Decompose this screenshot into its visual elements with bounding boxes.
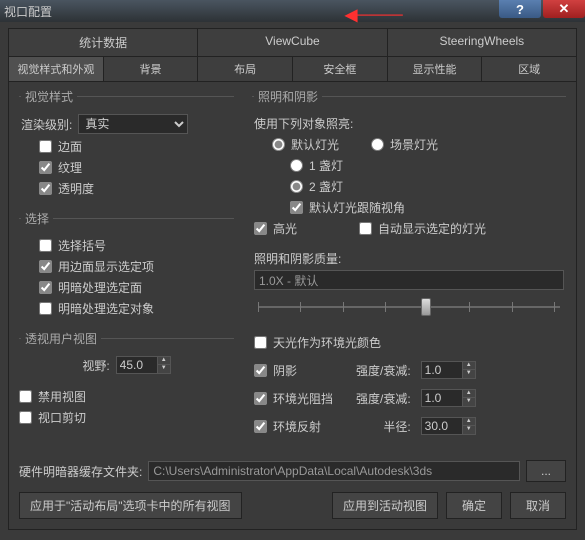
subtab-layout[interactable]: 布局: [198, 57, 293, 81]
disable-checkbox[interactable]: [19, 390, 32, 403]
shade-obj-checkbox[interactable]: [39, 302, 52, 315]
texture-checkbox[interactable]: [39, 161, 52, 174]
radius-spinner[interactable]: ▲▼: [421, 417, 564, 435]
panel: 视觉样式 渲染级别: 真实 边面 纹理 透明度 选择 选择括号 用边面显示选定项…: [8, 82, 577, 530]
follow-label: 默认灯光跟随视角: [309, 199, 405, 216]
highlight-label: 高光: [273, 220, 297, 237]
select-legend: 选择: [21, 210, 53, 227]
subtab-visual[interactable]: 视觉样式和外观: [9, 57, 104, 81]
cache-label: 硬件明暗器缓存文件夹:: [19, 463, 142, 480]
render-level-select[interactable]: 真实: [78, 114, 188, 134]
radius-label: 半径:: [356, 418, 411, 435]
edge-sel-checkbox[interactable]: [39, 260, 52, 273]
two-light-radio[interactable]: [290, 180, 303, 193]
apply-active-button[interactable]: 应用到活动视图: [332, 492, 438, 519]
intensity1-spinner[interactable]: ▲▼: [421, 361, 564, 379]
scene-light-label: 场景灯光: [390, 136, 438, 153]
visual-style-group: 视觉样式 渲染级别: 真实 边面 纹理 透明度: [19, 88, 234, 204]
refl-label: 环境反射: [273, 418, 321, 435]
autoshow-label: 自动显示选定的灯光: [378, 220, 486, 237]
use-label: 使用下列对象照亮:: [254, 115, 353, 132]
quality-field[interactable]: [254, 270, 564, 290]
cancel-button[interactable]: 取消: [510, 492, 566, 519]
one-light-label: 1 盏灯: [309, 157, 343, 174]
tab-steeringwheels[interactable]: SteeringWheels: [388, 29, 576, 56]
transparency-label: 透明度: [58, 180, 94, 197]
two-light-label: 2 盏灯: [309, 178, 343, 195]
edge-checkbox[interactable]: [39, 140, 52, 153]
shade-sel-checkbox[interactable]: [39, 281, 52, 294]
sub-tabs: 视觉样式和外观 背景 布局 安全框 显示性能 区域: [8, 57, 577, 82]
intensity2-label: 强度/衰减:: [356, 390, 411, 407]
help-button[interactable]: ?: [499, 0, 541, 18]
fov-input[interactable]: [116, 356, 158, 374]
ao-label: 环境光阻挡: [273, 390, 333, 407]
persp-group: 透视用户视图 视野: ▲▼: [19, 330, 234, 381]
ok-button[interactable]: 确定: [446, 492, 502, 519]
scene-light-radio[interactable]: [371, 138, 384, 151]
skylight-checkbox[interactable]: [254, 336, 267, 349]
texture-label: 纹理: [58, 159, 82, 176]
subtab-region[interactable]: 区域: [482, 57, 576, 81]
apply-all-button[interactable]: 应用于"活动布局"选项卡中的所有视图: [19, 492, 242, 519]
ao-checkbox[interactable]: [254, 392, 267, 405]
refl-checkbox[interactable]: [254, 420, 267, 433]
transparency-checkbox[interactable]: [39, 182, 52, 195]
edge-sel-label: 用边面显示选定项: [58, 258, 154, 275]
skylight-label: 天光作为环境光颜色: [273, 334, 381, 351]
quality-label: 照明和阴影质量:: [254, 250, 341, 267]
fov-down[interactable]: ▼: [158, 365, 170, 373]
intensity1-label: 强度/衰减:: [356, 362, 411, 379]
default-light-radio[interactable]: [272, 138, 285, 151]
shade-obj-label: 明暗处理选定对象: [58, 300, 154, 317]
select-group: 选择 选择括号 用边面显示选定项 明暗处理选定面 明暗处理选定对象: [19, 210, 234, 324]
autoshow-checkbox[interactable]: [359, 222, 372, 235]
fov-spinner[interactable]: ▲▼: [116, 356, 171, 374]
clip-checkbox[interactable]: [19, 411, 32, 424]
bracket-checkbox[interactable]: [39, 239, 52, 252]
quality-slider[interactable]: [258, 296, 560, 320]
main-tabs: 统计数据 ViewCube SteeringWheels: [8, 28, 577, 57]
fov-up[interactable]: ▲: [158, 357, 170, 365]
visual-legend: 视觉样式: [21, 88, 77, 105]
tab-viewcube[interactable]: ViewCube: [198, 29, 387, 56]
shade-sel-label: 明暗处理选定面: [58, 279, 142, 296]
persp-legend: 透视用户视图: [21, 330, 101, 347]
default-light-label: 默认灯光: [291, 136, 339, 153]
bracket-label: 选择括号: [58, 237, 106, 254]
browse-button[interactable]: ...: [526, 460, 566, 482]
tab-stats[interactable]: 统计数据: [9, 29, 198, 56]
light-group: 照明和阴影 使用下列对象照亮: 默认灯光 场景灯光 1 盏灯 2 盏灯 默认灯光…: [252, 88, 566, 442]
disable-label: 禁用视图: [38, 388, 86, 405]
shadow-checkbox[interactable]: [254, 364, 267, 377]
close-button[interactable]: ✕: [543, 0, 585, 18]
shadow-label: 阴影: [273, 362, 297, 379]
intensity2-spinner[interactable]: ▲▼: [421, 389, 564, 407]
follow-checkbox[interactable]: [290, 201, 303, 214]
clip-label: 视口剪切: [38, 409, 86, 426]
subtab-perf[interactable]: 显示性能: [388, 57, 483, 81]
subtab-bg[interactable]: 背景: [104, 57, 199, 81]
render-label: 渲染级别:: [21, 116, 72, 133]
titlebar: 视口配置 ? ✕: [0, 0, 585, 22]
subtab-safe[interactable]: 安全框: [293, 57, 388, 81]
window-title: 视口配置: [4, 3, 581, 20]
fov-label: 视野:: [82, 357, 109, 374]
cache-path-field[interactable]: [148, 461, 520, 481]
one-light-radio[interactable]: [290, 159, 303, 172]
slider-thumb[interactable]: [421, 298, 431, 316]
light-legend: 照明和阴影: [254, 88, 322, 105]
highlight-checkbox[interactable]: [254, 222, 267, 235]
edge-label: 边面: [58, 138, 82, 155]
